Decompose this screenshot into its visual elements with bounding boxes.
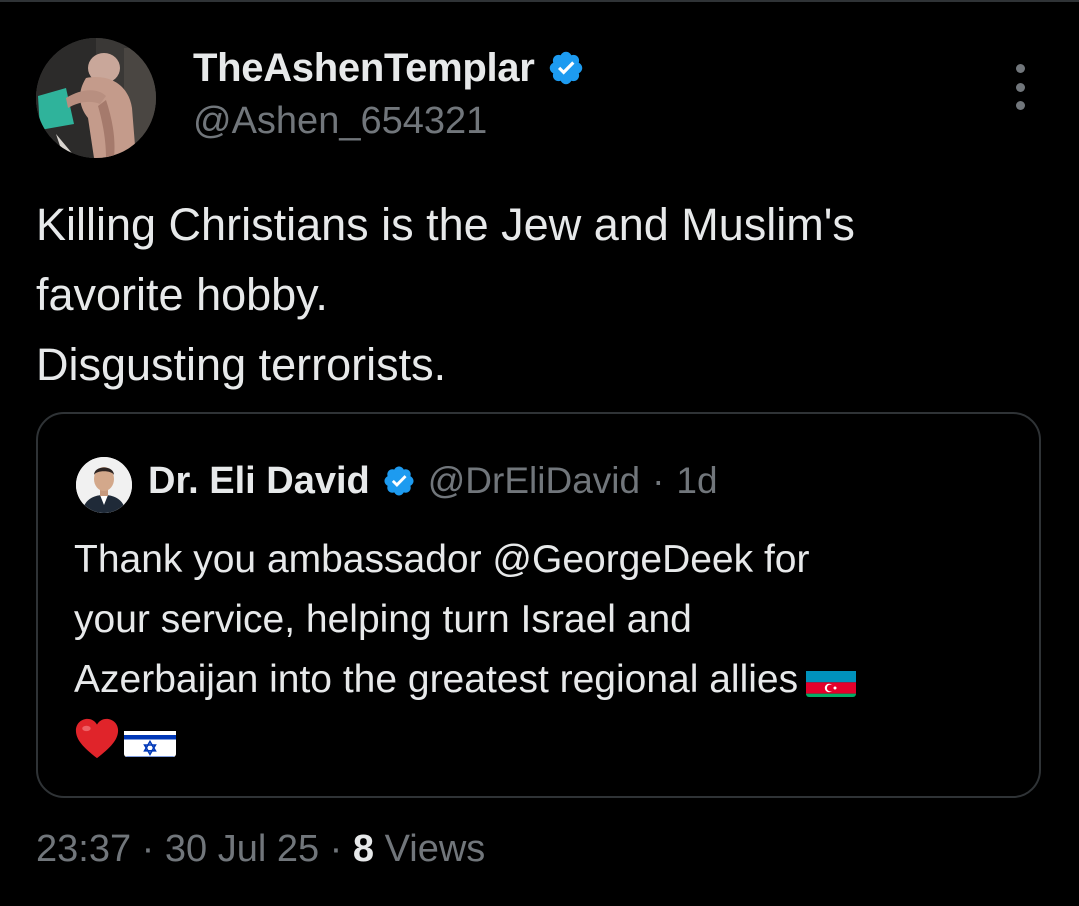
verified-badge-icon (382, 464, 416, 498)
tweet-line: Killing Christians is the Jew and Muslim… (36, 199, 855, 250)
author-handle[interactable]: @Ashen_654321 (193, 100, 487, 143)
tweet-meta: 23:37 · 30 Jul 25 · 8 Views (36, 828, 485, 871)
flag-azerbaijan-icon (806, 663, 857, 697)
verified-badge-icon (547, 49, 585, 87)
quoted-timestamp[interactable]: 1d (676, 460, 717, 502)
more-vertical-icon[interactable] (1000, 64, 1040, 110)
tweet-line: favorite hobby. (36, 269, 328, 320)
meta-separator: · (141, 828, 155, 870)
author-avatar[interactable] (36, 38, 156, 158)
quoted-line: Thank you ambassador @GeorgeDeek for (74, 538, 810, 581)
more-dot (1015, 101, 1025, 110)
author-name-row[interactable]: TheAshenTemplar (193, 44, 585, 92)
quoted-author-avatar[interactable] (76, 457, 132, 513)
tweet-line: Disgusting terrorists. (36, 339, 447, 390)
views-count: 8 (352, 828, 375, 870)
tweet-date[interactable]: 30 Jul 25 (165, 828, 319, 870)
more-dot (1015, 82, 1025, 92)
quoted-line: your service, helping turn Israel and (74, 598, 692, 641)
quoted-avatar-image (76, 457, 132, 513)
quoted-header: Dr. Eli David @DrEliDavid · 1d (148, 456, 718, 506)
top-divider (0, 0, 1079, 2)
quoted-tweet-card[interactable]: Dr. Eli David @DrEliDavid · 1d Thank you… (36, 412, 1041, 798)
emoji-line (74, 710, 1024, 770)
quoted-text: Thank you ambassador @GeorgeDeek for you… (74, 530, 1024, 770)
quoted-display-name[interactable]: Dr. Eli David (148, 460, 370, 503)
avatar-image (36, 38, 156, 158)
quoted-line-with-emoji: Azerbaijan into the greatest regional al… (74, 650, 1024, 710)
views-label: Views (384, 828, 486, 870)
red-heart-icon (74, 716, 120, 760)
meta-separator: · (329, 828, 343, 870)
quoted-handle[interactable]: @DrEliDavid (428, 460, 640, 502)
author-display-name[interactable]: TheAshenTemplar (193, 46, 535, 91)
tweet-time[interactable]: 23:37 (36, 828, 131, 870)
more-dot (1015, 64, 1025, 73)
flag-israel-icon (124, 723, 176, 757)
tweet-text: Killing Christians is the Jew and Muslim… (36, 190, 1056, 400)
quoted-line: Azerbaijan into the greatest regional al… (74, 658, 799, 701)
quoted-separator: · (652, 460, 665, 501)
